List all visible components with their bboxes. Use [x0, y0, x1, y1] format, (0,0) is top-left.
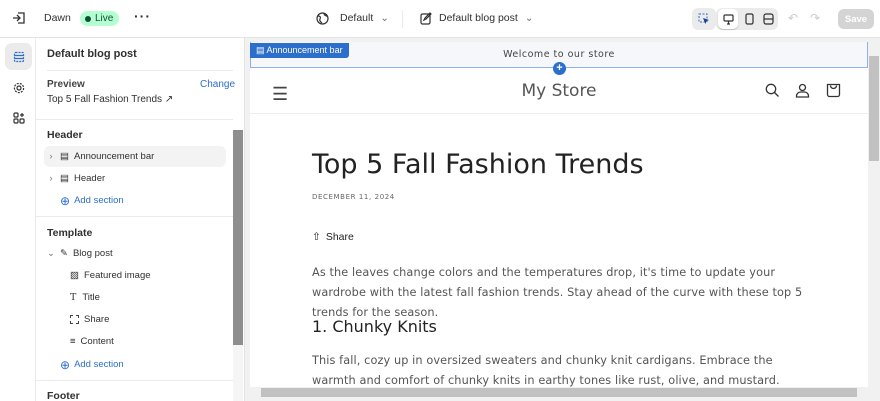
chevron-right-icon: ›: [49, 151, 53, 162]
locale-selector[interactable]: Default ⌄: [340, 12, 389, 24]
share-button[interactable]: ⇧ Share: [312, 231, 354, 243]
section-announcement-bar[interactable]: › ▤ Announcement bar: [44, 146, 226, 167]
chevron-down-icon: ⌄: [47, 248, 55, 259]
redo-icon[interactable]: ↷: [810, 11, 820, 25]
block-label: Share: [84, 314, 110, 325]
chevron-down-icon: ⌄: [524, 12, 534, 24]
placeholder-icon: [70, 315, 79, 324]
image-icon: ▨: [70, 270, 79, 281]
sidebar-title: Default blog post: [47, 48, 137, 60]
article-date: DECEMBER 11, 2024: [312, 193, 395, 201]
divider: [36, 119, 233, 120]
divider: [47, 70, 233, 71]
save-button[interactable]: Save: [838, 9, 874, 29]
exit-icon[interactable]: [12, 11, 26, 25]
divider: [402, 10, 403, 28]
template-label: Default blog post: [439, 12, 518, 24]
block-label: Title: [82, 292, 100, 303]
block-featured-image[interactable]: ▨ Featured image: [70, 265, 244, 286]
edit-page-icon: [420, 12, 433, 25]
block-share[interactable]: Share: [70, 309, 244, 330]
block-content[interactable]: ≡ Content: [70, 331, 244, 352]
add-section-label: Add section: [74, 359, 124, 370]
footer-group-title: Footer: [47, 390, 80, 401]
scrollbar-thumb[interactable]: [261, 388, 857, 397]
undo-icon[interactable]: ↶: [788, 11, 798, 25]
add-section-template[interactable]: ⊕ Add section: [60, 354, 242, 375]
divider: [36, 216, 233, 217]
inspector-toggle[interactable]: [692, 8, 716, 30]
external-link-icon: ↗: [164, 94, 174, 105]
block-label: Featured image: [83, 270, 151, 281]
scrollbar-thumb[interactable]: [233, 130, 243, 345]
theme-settings-tab[interactable]: [5, 74, 32, 101]
announcement-bar-tag: ▤ Announcement bar: [250, 43, 349, 58]
add-section-plus-button[interactable]: +: [553, 62, 566, 75]
divider: [36, 380, 233, 381]
preview-label: Preview: [47, 79, 85, 90]
search-icon[interactable]: [765, 83, 780, 101]
top-bar: Dawn Live ··· Default ⌄ Default blog pos…: [0, 0, 880, 38]
sections-icon: [13, 51, 24, 62]
section-label: Header: [73, 173, 106, 184]
plus-circle-icon: ⊕: [60, 193, 71, 208]
preview-value-text: Top 5 Fall Fashion Trends: [47, 94, 163, 105]
section-header[interactable]: › ▤ Header: [44, 168, 226, 189]
preview-frame: Welcome to our store ▤ Announcement bar …: [250, 42, 868, 387]
tag-label: Announcement bar: [266, 45, 343, 55]
article-intro: As the leaves change colors and the temp…: [312, 266, 803, 319]
account-icon[interactable]: [795, 83, 810, 101]
align-left-icon: ≡: [70, 336, 76, 347]
article-heading: 1. Chunky Knits: [312, 317, 437, 336]
block-title[interactable]: T Title: [70, 287, 244, 308]
section-icon: ▤: [60, 173, 69, 184]
mobile-view-button[interactable]: [739, 9, 759, 29]
plus-circle-icon: ⊕: [60, 357, 71, 372]
sidebar-scrollbar[interactable]: [233, 130, 243, 401]
gear-icon: [13, 82, 24, 93]
text-icon: T: [70, 292, 77, 303]
apps-icon: [12, 111, 25, 124]
template-selector[interactable]: Default blog post ⌄: [439, 12, 534, 24]
share-label: Share: [325, 231, 354, 243]
desktop-view-button[interactable]: [718, 9, 738, 29]
template-group-title: Template: [47, 227, 93, 239]
article-paragraph: This fall, cozy up in oversized sweaters…: [312, 354, 780, 387]
section-icon: ▤: [256, 45, 267, 55]
block-label: Content: [80, 336, 114, 347]
add-section-header[interactable]: ⊕ Add section: [60, 190, 242, 211]
header-group-title: Header: [47, 129, 83, 141]
left-rail: [0, 38, 36, 401]
cart-icon[interactable]: [826, 83, 841, 101]
section-icon: ▤: [60, 151, 69, 162]
section-blog-post[interactable]: ⌄ ✎ Blog post: [44, 243, 226, 264]
globe-icon: [316, 12, 329, 25]
divider: [250, 113, 868, 114]
locale-label: Default: [340, 12, 374, 24]
sidebar: Default blog post Preview Change Top 5 F…: [36, 38, 245, 401]
preview-horizontal-scrollbar[interactable]: [250, 387, 868, 398]
more-actions-icon[interactable]: ···: [134, 8, 151, 24]
fullscreen-button[interactable]: [758, 9, 778, 29]
chevron-down-icon: ⌄: [380, 12, 390, 24]
apps-tab[interactable]: [5, 104, 32, 131]
live-badge: Live: [80, 11, 120, 26]
theme-name: Dawn: [44, 12, 71, 24]
chevron-right-icon: ›: [49, 173, 53, 184]
scrollbar-thumb[interactable]: [869, 56, 879, 161]
sections-tab[interactable]: [5, 43, 32, 70]
preview-vertical-scrollbar[interactable]: [868, 42, 880, 387]
preview-value[interactable]: Top 5 Fall Fashion Trends ↗: [47, 94, 173, 105]
change-preview-link[interactable]: Change: [200, 79, 235, 90]
article-title: Top 5 Fall Fashion Trends: [312, 149, 644, 180]
add-section-label: Add section: [74, 195, 124, 206]
section-label: Announcement bar: [73, 151, 155, 162]
share-icon: ⇧: [312, 231, 321, 243]
live-label: Live: [95, 13, 114, 24]
section-label: Blog post: [72, 248, 113, 259]
edit-page-icon: ✎: [60, 248, 68, 259]
